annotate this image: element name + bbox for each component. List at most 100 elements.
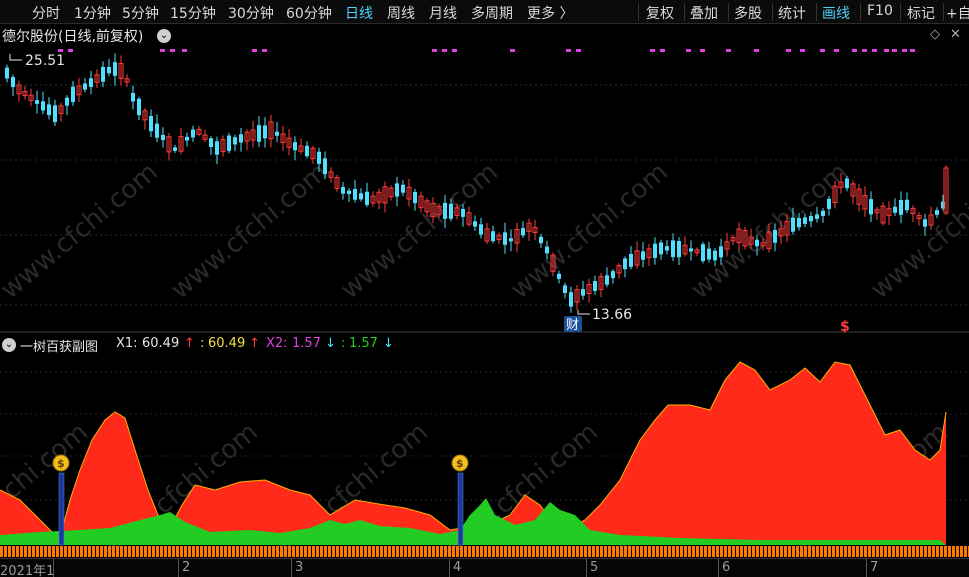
signal-bar <box>528 546 531 557</box>
indicator-header: ⌄ 一树百获副图 X1: 60.49 ↑ : 60.49 ↑ X2: 1.57 … <box>0 335 969 355</box>
signal-bar <box>96 546 99 557</box>
date-tick <box>449 559 450 577</box>
signal-bar <box>376 546 379 557</box>
signal-bar <box>748 546 751 557</box>
up-arrow-icon: ↑ <box>249 336 260 351</box>
signal-mark <box>160 49 165 52</box>
candle-body <box>557 273 561 279</box>
chevron-down-icon[interactable]: ⌄ <box>2 338 16 352</box>
signal-mark <box>902 49 907 52</box>
signal-bar <box>844 546 847 557</box>
signal-bar <box>428 546 431 557</box>
signal-bar <box>84 546 87 557</box>
signal-bar <box>356 546 359 557</box>
diamond-icon[interactable]: ◇ <box>930 27 940 42</box>
candle-body <box>569 292 573 307</box>
signal-bar <box>404 546 407 557</box>
signal-bar <box>484 546 487 557</box>
signal-bar <box>720 546 723 557</box>
watermark-text: www.cfchi.com <box>865 157 969 305</box>
signal-bar <box>416 546 419 557</box>
candle-body <box>185 136 189 141</box>
candle-body <box>641 251 645 260</box>
signal-mark <box>884 49 889 52</box>
signal-bar <box>636 546 639 557</box>
signal-bar <box>764 546 767 557</box>
signal-bar <box>232 546 235 557</box>
signal-bar <box>552 546 555 557</box>
date-tick <box>178 559 179 577</box>
candle-body <box>563 285 567 294</box>
date-label: 7 <box>870 560 879 575</box>
signal-bar <box>440 546 443 557</box>
signal-bar <box>876 546 879 557</box>
signal-bar <box>904 546 907 557</box>
signal-bar <box>64 546 67 557</box>
signal-bar <box>128 546 131 557</box>
candle-body <box>443 202 447 219</box>
signal-bar <box>72 546 75 557</box>
candle-body <box>623 258 627 270</box>
signal-bar <box>840 546 843 557</box>
x1b-value: 60.49 <box>208 336 246 351</box>
signal-bar <box>156 546 159 557</box>
candle-body <box>689 248 693 252</box>
signal-bar <box>228 546 231 557</box>
signal-bar <box>432 546 435 557</box>
signal-bar <box>964 546 967 557</box>
candle-body <box>935 210 939 215</box>
signal-bar <box>68 546 71 557</box>
signal-bar <box>280 546 283 557</box>
signal-bar <box>564 546 567 557</box>
signal-bar <box>52 546 55 557</box>
watermark-text: www.cfchi.com <box>335 157 504 305</box>
x1-label: X1: <box>116 336 138 351</box>
signal-bar <box>388 546 391 557</box>
signal-bar <box>536 546 539 557</box>
signal-bar <box>504 546 507 557</box>
signal-bar <box>424 546 427 557</box>
signal-bar <box>444 546 447 557</box>
candle-body <box>233 137 237 145</box>
signal-bar <box>808 546 811 557</box>
signal-bar <box>76 546 79 557</box>
signal-bar <box>92 546 95 557</box>
candle-body <box>155 123 159 138</box>
signal-mark <box>852 49 857 52</box>
signal-bar <box>172 546 175 557</box>
candle-body <box>449 203 453 219</box>
signal-bar <box>540 546 543 557</box>
signal-bar <box>788 546 791 557</box>
signal-bar <box>836 546 839 557</box>
candle-body <box>479 224 483 235</box>
signal-bar <box>856 546 859 557</box>
x2b-label: : <box>341 336 346 351</box>
close-icon[interactable]: ✕ <box>950 27 961 42</box>
candle-body <box>701 244 705 262</box>
signal-bar <box>796 546 799 557</box>
signal-bar <box>40 546 43 557</box>
signal-bar <box>576 546 579 557</box>
signal-bar <box>648 546 651 557</box>
signal-bar <box>776 546 779 557</box>
candle-body <box>809 215 813 222</box>
signal-bar <box>248 546 251 557</box>
signal-bar <box>900 546 903 557</box>
chevron-down-icon[interactable]: ⌄ <box>157 29 171 43</box>
signal-bar <box>848 546 851 557</box>
signal-bar <box>740 546 743 557</box>
signal-bar <box>760 546 763 557</box>
signal-bar <box>944 546 947 557</box>
signal-bar <box>812 546 815 557</box>
candle-body <box>53 105 57 123</box>
signal-bar <box>752 546 755 557</box>
signal-bar <box>448 546 451 557</box>
signal-mark <box>432 49 437 52</box>
signal-bar <box>148 546 151 557</box>
date-tick <box>866 559 867 577</box>
signal-bar <box>360 546 363 557</box>
dollar-signal-icon: $ <box>840 319 850 335</box>
signal-bar <box>928 546 931 557</box>
signal-mark <box>872 49 877 52</box>
candle-body <box>5 67 9 79</box>
